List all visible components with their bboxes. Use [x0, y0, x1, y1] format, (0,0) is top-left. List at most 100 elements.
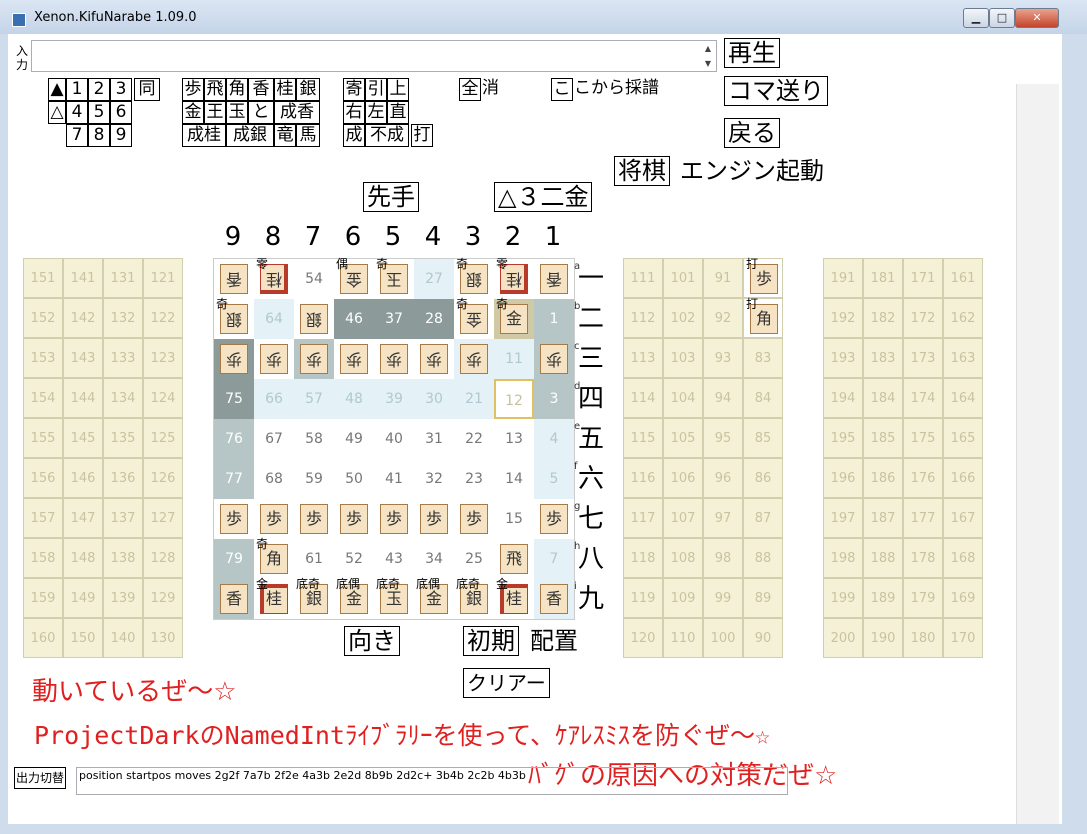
shogi-piece[interactable]: 歩	[380, 344, 408, 374]
outer-square[interactable]: 190	[863, 618, 903, 658]
board-square-piece[interactable]: 歩	[254, 339, 294, 379]
board-square[interactable]: 12	[494, 379, 534, 419]
outer-square[interactable]: 156	[23, 458, 63, 498]
outer-square[interactable]: 104	[663, 378, 703, 418]
outer-square[interactable]: 113	[623, 338, 663, 378]
move-button-21[interactable]: と	[248, 101, 274, 124]
board-square-piece[interactable]: 歩	[334, 339, 374, 379]
board-square-piece[interactable]: 金底偶	[414, 577, 454, 619]
outer-square[interactable]: 98	[703, 538, 743, 578]
outer-square[interactable]: 175	[903, 418, 943, 458]
outer-square[interactable]: 182	[863, 298, 903, 338]
board-square-piece[interactable]: 香	[534, 259, 574, 299]
outer-square[interactable]: 133	[103, 338, 143, 378]
outer-square[interactable]: 103	[663, 338, 703, 378]
outer-square[interactable]: 148	[63, 538, 103, 578]
board-square[interactable]: 1	[534, 299, 574, 339]
move-button-31[interactable]: 左	[365, 101, 387, 124]
shogi-piece[interactable]: 歩	[460, 344, 488, 374]
board-square-piece[interactable]: 香	[534, 579, 574, 619]
outer-square[interactable]: 169	[943, 578, 983, 618]
minimize-button[interactable]: ▁	[963, 8, 989, 28]
outer-square[interactable]: 105	[663, 418, 703, 458]
move-button-18[interactable]: 金	[182, 101, 204, 124]
outer-square[interactable]: 95	[703, 418, 743, 458]
outer-square[interactable]: 129	[143, 578, 183, 618]
outer-square[interactable]: 150	[63, 618, 103, 658]
outer-square[interactable]: 115	[623, 418, 663, 458]
move-button-5[interactable]: △	[48, 101, 66, 124]
outer-square[interactable]: 152	[23, 298, 63, 338]
input-textbox[interactable]: ▲ ▼	[31, 40, 717, 72]
board-square[interactable]: 7	[534, 539, 574, 579]
initial-setup-button[interactable]: 初期	[463, 626, 519, 656]
board-square-piece[interactable]: 歩	[454, 499, 494, 539]
outer-square[interactable]: 147	[63, 498, 103, 538]
outer-square[interactable]: 162	[943, 298, 983, 338]
move-button-17[interactable]: 銀	[296, 78, 320, 101]
move-button-22[interactable]: 成香	[274, 101, 320, 124]
move-button-7[interactable]: 5	[88, 101, 110, 124]
outer-square[interactable]: 163	[943, 338, 983, 378]
move-button-19[interactable]: 王	[204, 101, 226, 124]
outer-square[interactable]: 155	[23, 418, 63, 458]
board-square-piece[interactable]: 歩	[534, 499, 574, 539]
shogi-piece[interactable]: 歩	[420, 504, 448, 534]
move-button-14[interactable]: 角	[226, 78, 248, 101]
move-button-34[interactable]: 不成	[365, 124, 409, 147]
shogi-piece[interactable]: 香	[540, 264, 568, 294]
board-square[interactable]: 79	[214, 539, 254, 579]
outer-square[interactable]: 157	[23, 498, 63, 538]
board-square[interactable]: 21	[454, 379, 494, 419]
shogi-piece[interactable]: 歩	[460, 504, 488, 534]
outer-square[interactable]: 180	[903, 618, 943, 658]
move-button-0[interactable]: ▲	[48, 78, 66, 101]
outer-square[interactable]: 164	[943, 378, 983, 418]
outer-square[interactable]: 99	[703, 578, 743, 618]
board-square[interactable]: 43	[374, 539, 414, 579]
board-square[interactable]: 48	[334, 379, 374, 419]
shogi-piece[interactable]: 歩	[220, 344, 248, 374]
board-square-piece[interactable]: 歩	[374, 499, 414, 539]
back-button[interactable]: 戻る	[724, 118, 780, 148]
outer-square[interactable]: 85	[743, 418, 783, 458]
move-button-16[interactable]: 桂	[274, 78, 296, 101]
board-square[interactable]: 40	[374, 419, 414, 459]
outer-square[interactable]: 178	[903, 538, 943, 578]
board-square[interactable]: 64	[254, 299, 294, 339]
outer-square[interactable]: 91	[703, 258, 743, 298]
board-square[interactable]: 4	[534, 419, 574, 459]
board-square[interactable]: 28	[414, 299, 454, 339]
move-button-3[interactable]: 3	[110, 78, 132, 101]
outer-square[interactable]: 195	[823, 418, 863, 458]
play-button[interactable]: 再生	[724, 38, 780, 68]
clear-button[interactable]: クリアー	[463, 668, 550, 698]
outer-square[interactable]: 108	[663, 538, 703, 578]
board-square-piece[interactable]: 金底偶	[334, 577, 374, 619]
outer-square[interactable]: 153	[23, 338, 63, 378]
outer-square[interactable]: 87	[743, 498, 783, 538]
outer-square[interactable]: 176	[903, 458, 943, 498]
board-square[interactable]: 32	[414, 459, 454, 499]
board-square[interactable]: 30	[414, 379, 454, 419]
outer-square[interactable]: 174	[903, 378, 943, 418]
move-button-33[interactable]: 成	[343, 124, 365, 147]
shogi-piece[interactable]: 歩	[380, 504, 408, 534]
outer-square[interactable]: 角打	[743, 297, 783, 338]
move-button-26[interactable]: 馬	[296, 124, 320, 147]
move-button-9[interactable]: 7	[66, 124, 88, 147]
board-square[interactable]: 31	[414, 419, 454, 459]
outer-square[interactable]: 198	[823, 538, 863, 578]
engine-button[interactable]: 将棋	[614, 156, 670, 186]
board-square[interactable]: 76	[214, 419, 254, 459]
outer-square[interactable]: 136	[103, 458, 143, 498]
outer-square[interactable]: 140	[103, 618, 143, 658]
move-button-29[interactable]: 上	[387, 78, 409, 101]
board-square[interactable]: 27	[414, 259, 454, 299]
move-button-23[interactable]: 成桂	[182, 124, 226, 147]
board-square[interactable]: 22	[454, 419, 494, 459]
board-square-piece[interactable]: 歩	[214, 499, 254, 539]
move-button-4[interactable]: 同	[134, 78, 160, 101]
outer-square[interactable]: 120	[623, 618, 663, 658]
outer-square[interactable]: 170	[943, 618, 983, 658]
